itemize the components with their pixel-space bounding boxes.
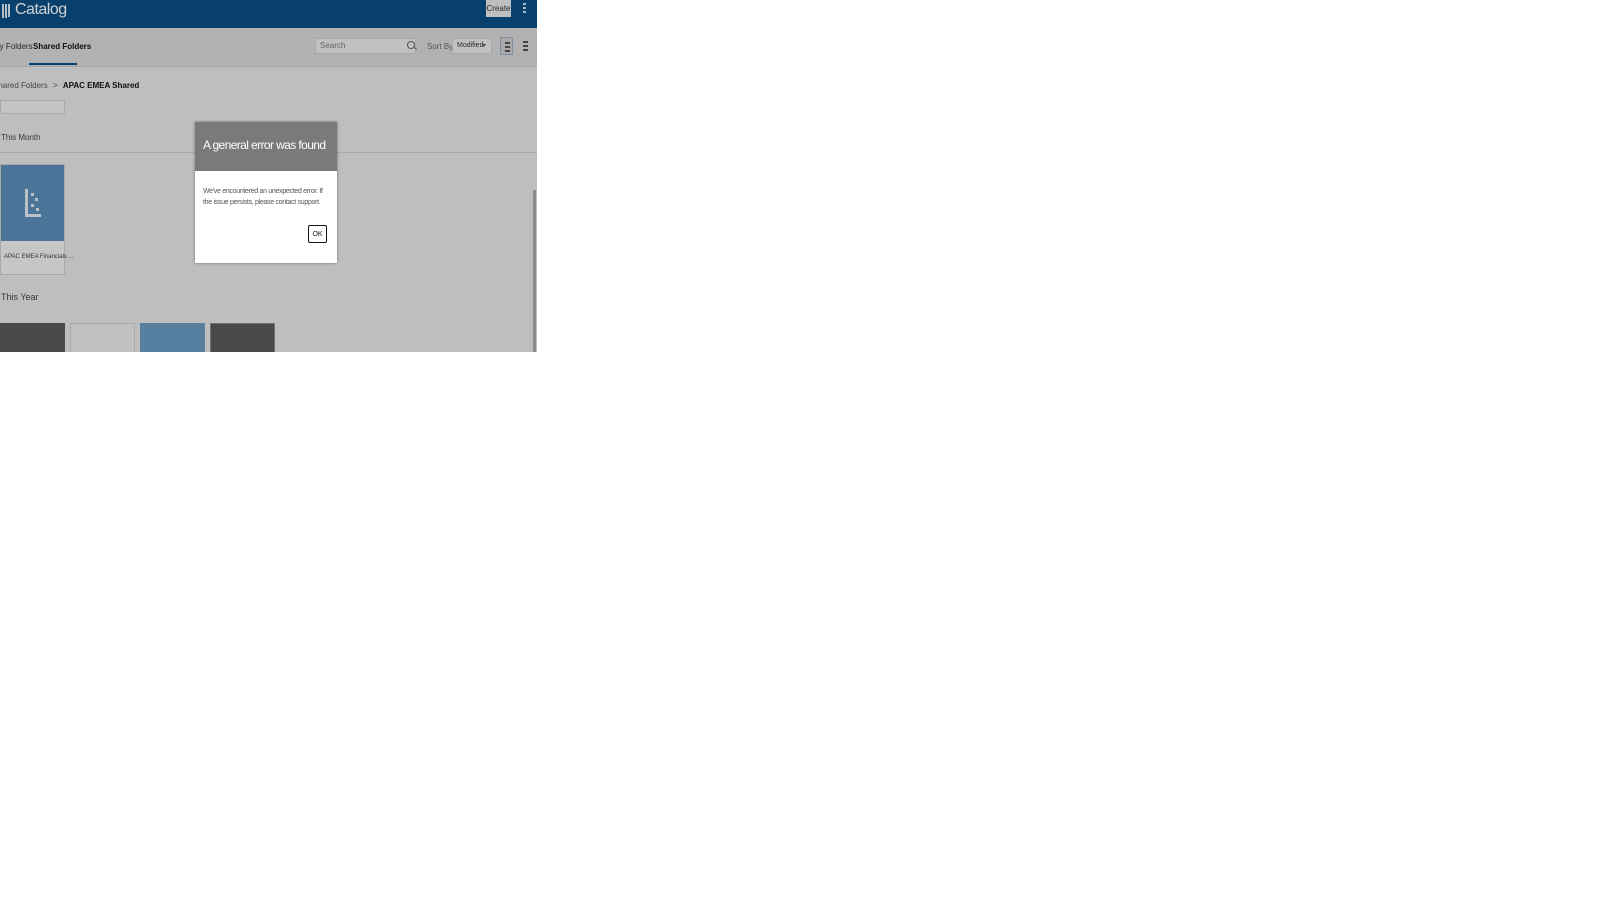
dialog-header: A general error was found	[195, 122, 337, 171]
dialog-title: A general error was found	[203, 138, 326, 152]
dialog-message: We've encountered an unexpected error. I…	[203, 188, 323, 206]
scrollbar[interactable]	[533, 190, 536, 352]
error-dialog: A general error was found We've encounte…	[195, 122, 337, 263]
ok-button[interactable]: OK	[308, 225, 327, 243]
catalog-app: Catalog Create My Folders Shared Folders…	[0, 0, 537, 352]
